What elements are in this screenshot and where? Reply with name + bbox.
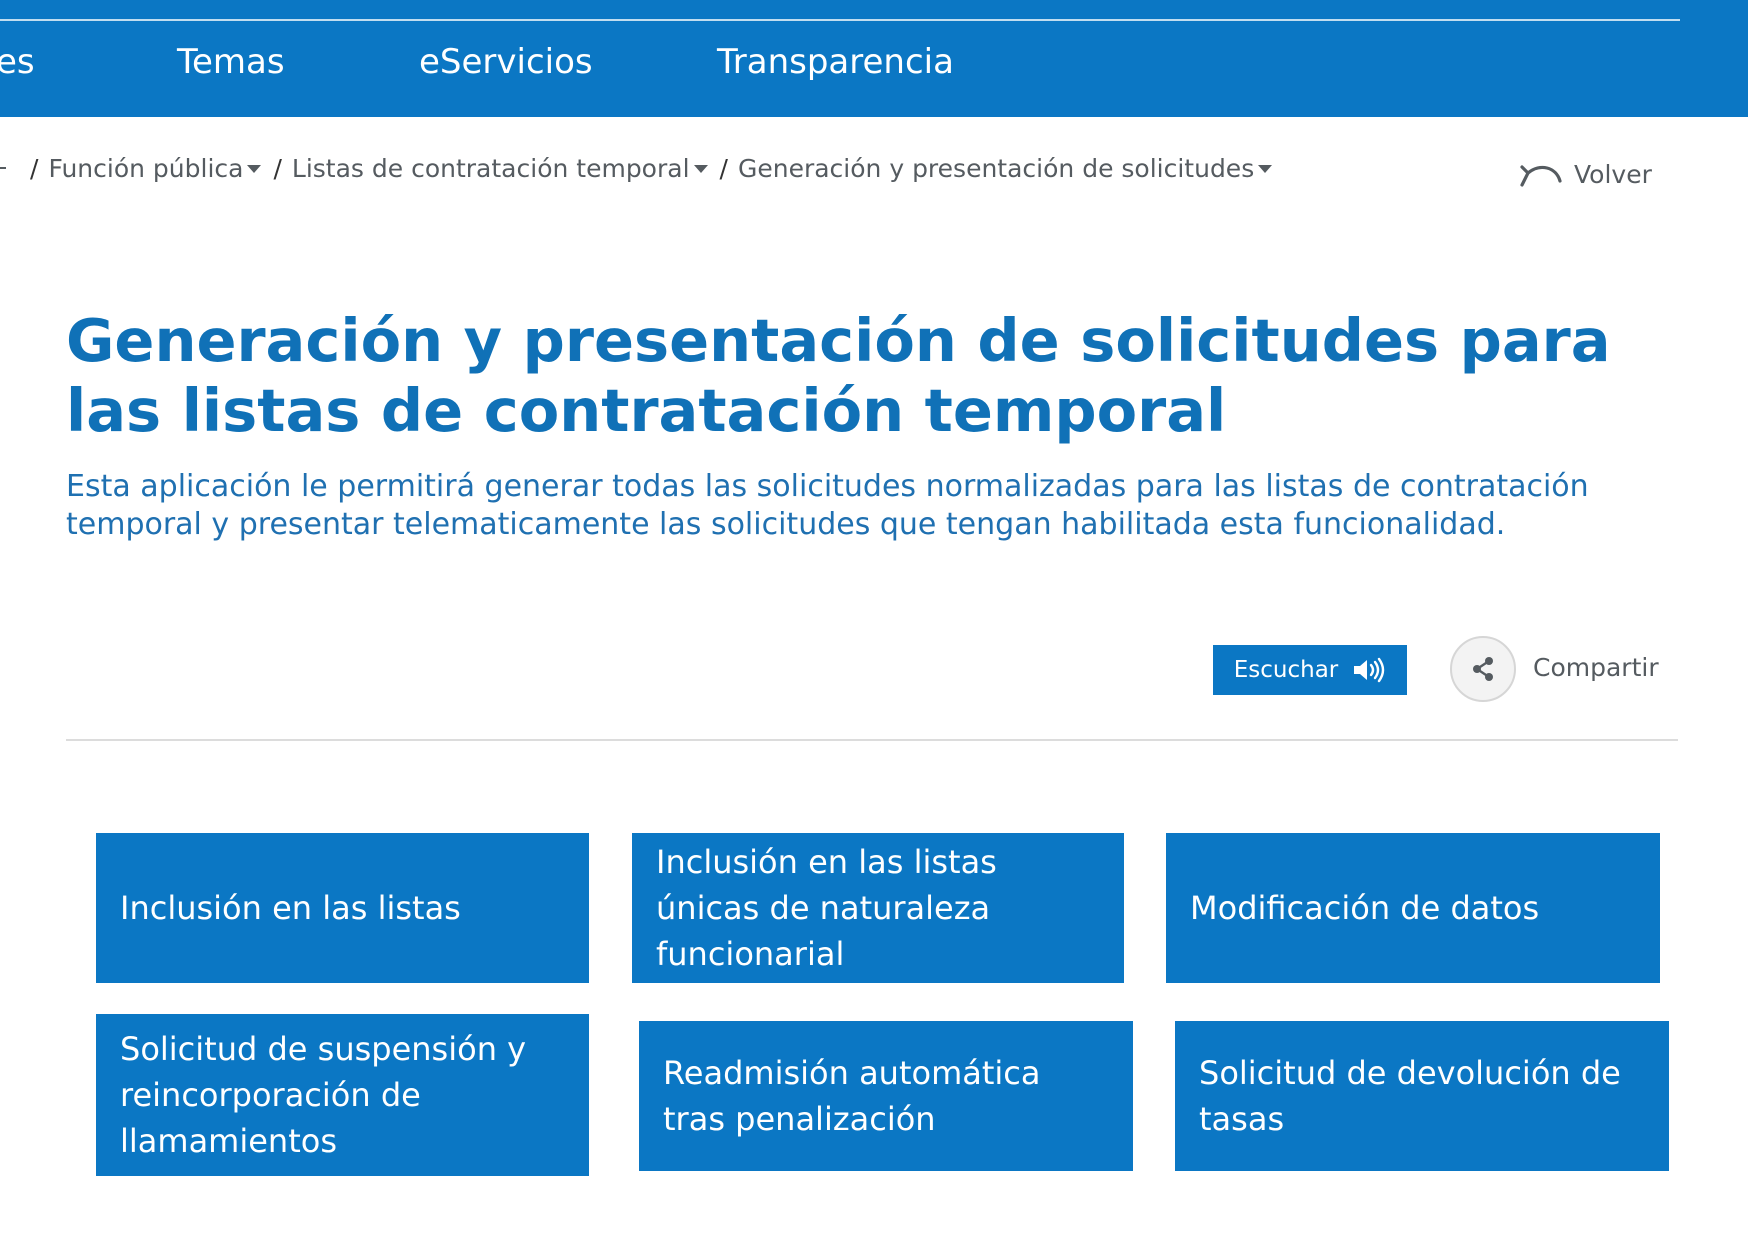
- listen-button[interactable]: Escuchar: [1213, 645, 1407, 695]
- section-divider: [66, 739, 1678, 741]
- back-link[interactable]: Volver: [1518, 157, 1652, 191]
- share-button[interactable]: [1450, 636, 1516, 702]
- caret-down-icon: [693, 164, 708, 173]
- tile-label: Inclusión en las listas: [120, 889, 461, 927]
- tile-readmision-automatica[interactable]: Readmisión automática tras penalización: [639, 1021, 1133, 1171]
- breadcrumb-item-generacion[interactable]: Generación y presentación de solicitudes: [737, 153, 1273, 183]
- tile-inclusion-listas[interactable]: Inclusión en las listas: [96, 833, 589, 983]
- breadcrumb-item-listas[interactable]: Listas de contratación temporal: [292, 154, 708, 183]
- top-nav-divider: [0, 19, 1680, 21]
- tile-suspension-reincorporacion[interactable]: Solicitud de suspensión y reincorporació…: [96, 1014, 589, 1176]
- tile-label: Readmisión automática tras penalización: [663, 1054, 1041, 1138]
- nav-item-temas[interactable]: Temas: [177, 42, 285, 82]
- tile-inclusion-listas-unicas[interactable]: Inclusión en las listas únicas de natura…: [632, 833, 1124, 983]
- breadcrumb-item-label: Generación y presentación de solicitudes: [737, 153, 1255, 183]
- nav-item-eservicios[interactable]: eServicios: [419, 42, 593, 82]
- top-navigation-bar: es Temas eServicios Transparencia: [0, 0, 1748, 117]
- caret-down-icon: [247, 164, 262, 173]
- page-intro: Esta aplicación le permitirá generar tod…: [66, 469, 1589, 542]
- tile-modificacion-datos[interactable]: Modificación de datos: [1166, 833, 1660, 983]
- back-arrow-icon: [1520, 165, 1562, 187]
- back-link-label: Volver: [1574, 159, 1652, 189]
- nav-item-partial[interactable]: es: [0, 42, 35, 82]
- page-title: Generación y presentación de solicitudes…: [66, 306, 1611, 445]
- breadcrumb-separator: /: [273, 153, 282, 183]
- tile-label: Modificación de datos: [1190, 889, 1540, 927]
- caret-down-icon: [1258, 164, 1273, 173]
- tile-devolucion-tasas[interactable]: Solicitud de devolución de tasas: [1175, 1021, 1669, 1171]
- breadcrumb-separator: /: [719, 153, 728, 183]
- breadcrumb: / Función pública / Listas de contrataci…: [0, 150, 1273, 186]
- breadcrumb-item-label: Listas de contratación temporal: [291, 153, 690, 183]
- breadcrumb-separator: /: [30, 153, 39, 183]
- tile-label: Inclusión en las listas únicas de natura…: [656, 843, 997, 973]
- breadcrumb-item-funcion-publica[interactable]: Función pública: [48, 153, 262, 183]
- breadcrumb-item-label: Función pública: [48, 153, 244, 183]
- speaker-icon: [1354, 657, 1385, 683]
- nav-item-transparencia[interactable]: Transparencia: [717, 42, 954, 82]
- share-icon: [1473, 657, 1493, 681]
- tile-label: Solicitud de suspensión y reincorporació…: [120, 1030, 527, 1160]
- breadcrumb-cutoff-caret: [0, 167, 6, 169]
- listen-button-label: Escuchar: [1233, 657, 1339, 683]
- share-label[interactable]: Compartir: [1533, 653, 1659, 682]
- tile-label: Solicitud de devolución de tasas: [1199, 1054, 1621, 1138]
